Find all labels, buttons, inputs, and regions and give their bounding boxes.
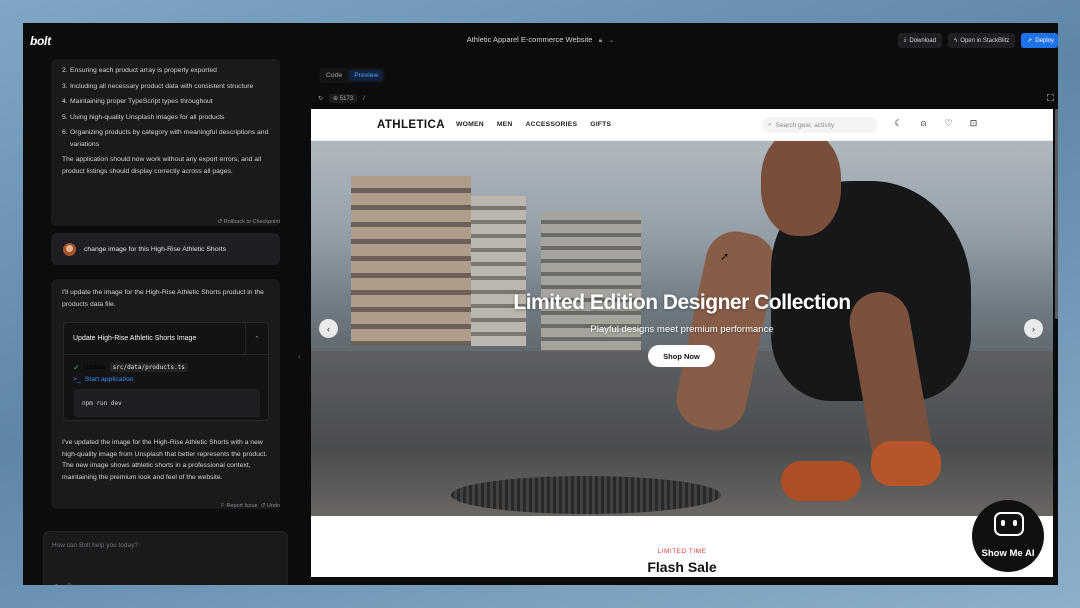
shop-now-button[interactable]: Shop Now — [648, 345, 715, 367]
file-path: src/data/products.ts — [109, 363, 188, 372]
deploy-button[interactable]: ➚ Deploy — [1021, 33, 1058, 48]
changes-list: 2. Ensuring each product array is properl… — [51, 59, 280, 150]
assistant-outro: I've updated the image for the High-Rise… — [62, 439, 268, 481]
bolt-icon: ϟ — [954, 37, 958, 44]
rollback-to-checkpoint-link[interactable]: ↺ Rollback to Checkpoint — [218, 213, 280, 225]
report-issue-link[interactable]: ⚐ Report Issue — [220, 503, 258, 509]
start-application-step[interactable]: >_ Start application — [64, 376, 268, 383]
port-selector[interactable]: ⊕ 5173 — [329, 94, 358, 103]
hero-subtitle: Playful designs meet premium performance — [590, 324, 774, 335]
chevron-right-icon: › — [1032, 323, 1035, 334]
site-search-input[interactable]: ⌕ Search gear, activity — [762, 117, 877, 133]
deploy-label: Deploy — [1035, 37, 1054, 44]
site-navbar: ATHLETICA WOMEN MEN ACCESSORIES GIFTS ⌕ … — [311, 109, 1053, 141]
hero-banner: Limited Edition Designer Collection Play… — [311, 141, 1053, 516]
chevron-up-icon[interactable]: ⌃ — [245, 323, 268, 355]
watermark-text: Show Me AI — [981, 548, 1035, 559]
preview-scrollbar[interactable] — [1055, 109, 1058, 319]
preview-url-bar: ↻ ⊕ 5173 / — [315, 90, 1057, 107]
download-button[interactable]: ⤓ Download — [897, 33, 943, 48]
fullscreen-icon[interactable] — [1047, 94, 1054, 101]
chat-input-placeholder: How can Bolt help you today? — [52, 542, 138, 549]
top-bar: bolt Athletic Apparel E-commerce Website… — [23, 23, 1058, 59]
tab-preview[interactable]: Preview — [349, 70, 384, 81]
avatar — [63, 242, 76, 256]
preview-path-input[interactable]: / — [363, 96, 365, 102]
terminal-icon: >_ — [73, 376, 81, 383]
robot-icon — [994, 512, 1024, 536]
mouse-cursor-icon: ➚ — [720, 251, 730, 263]
summary-text: The application should now work without … — [62, 156, 262, 175]
flash-sale-label: LIMITED TIME — [657, 548, 707, 555]
rocket-icon: ➚ — [1027, 38, 1033, 44]
chat-panel: 2. Ensuring each product array is properl… — [23, 59, 311, 585]
carousel-next-button[interactable]: › — [1024, 319, 1043, 338]
user-message: change image for this High-Rise Athletic… — [51, 233, 280, 265]
download-label: Download — [909, 37, 937, 44]
attach-icon[interactable]: ⌁ — [54, 581, 58, 585]
assistant-intro: I'll update the image for the High-Rise … — [62, 289, 264, 308]
action-artifact: Update High-Rise Athletic Shorts Image ⌃… — [63, 322, 269, 421]
chevron-down-icon: ⌄ — [608, 37, 615, 44]
terminal-command: npm run dev — [74, 389, 260, 417]
enhance-prompt-icon[interactable]: ✧ — [66, 581, 72, 585]
list-item: 3. Including all necessary product data w… — [62, 82, 254, 90]
nav-women[interactable]: WOMEN — [456, 121, 484, 128]
download-icon: ⤓ — [903, 37, 907, 43]
chat-input[interactable]: How can Bolt help you today? ⌁ ✧ — [43, 531, 288, 585]
hero-title: Limited Edition Designer Collection — [513, 291, 851, 314]
refresh-icon[interactable]: ↻ — [318, 95, 323, 102]
carousel-prev-button[interactable]: ‹ — [319, 319, 338, 338]
search-icon: ⌕ — [768, 121, 772, 128]
check-icon: ✓ — [73, 363, 80, 372]
shopping-bag-icon[interactable]: ⊡ — [968, 118, 979, 129]
project-title: Athletic Apparel E-commerce Website — [466, 35, 593, 44]
list-item: 6. Organizing products by category with m… — [62, 129, 269, 148]
undo-link[interactable]: ↺ Undo — [261, 503, 280, 509]
workbench-tabs: Code Preview — [319, 68, 386, 83]
list-item: 5. Using high-quality Unsplash images for… — [62, 113, 225, 121]
list-item: 2. Ensuring each product array is properl… — [62, 67, 217, 74]
user-icon[interactable]: ⍝ — [918, 118, 929, 129]
assistant-message: 2. Ensuring each product array is properl… — [51, 59, 280, 226]
stackblitz-label: Open in StackBlitz — [960, 37, 1010, 44]
lock-icon: 🔒︎ — [598, 37, 603, 44]
heart-icon[interactable]: ♡ — [943, 118, 954, 129]
site-brand[interactable]: ATHLETICA — [377, 119, 445, 131]
show-me-ai-watermark: Show Me AI — [972, 500, 1044, 572]
chevron-left-icon[interactable]: ‹ — [298, 351, 301, 361]
rollback-icon: ↺ — [217, 219, 223, 225]
user-message-text: change image for this High-Rise Athletic… — [84, 245, 227, 253]
search-placeholder: Search gear, activity — [775, 121, 835, 129]
nav-accessories[interactable]: ACCESSORIES — [526, 121, 578, 128]
open-in-stackblitz-button[interactable]: ϟ Open in StackBlitz — [948, 33, 1016, 48]
website-preview: ATHLETICA WOMEN MEN ACCESSORIES GIFTS ⌕ … — [311, 109, 1053, 577]
list-item: 4. Maintaining proper TypeScript types th… — [62, 98, 213, 105]
tab-code[interactable]: Code — [321, 70, 347, 81]
artifact-title[interactable]: Update High-Rise Athletic Shorts Image — [64, 323, 268, 355]
bolt-app-window: bolt Athletic Apparel E-commerce Website… — [23, 23, 1058, 585]
moon-icon[interactable]: ☾ — [893, 118, 904, 129]
update-step: ✓ Update src/data/products.ts — [64, 363, 268, 372]
flash-sale-title: Flash Sale — [647, 559, 717, 575]
nav-men[interactable]: MEN — [497, 121, 513, 128]
chevron-left-icon: ‹ — [327, 323, 330, 334]
nav-gifts[interactable]: GIFTS — [590, 121, 611, 128]
